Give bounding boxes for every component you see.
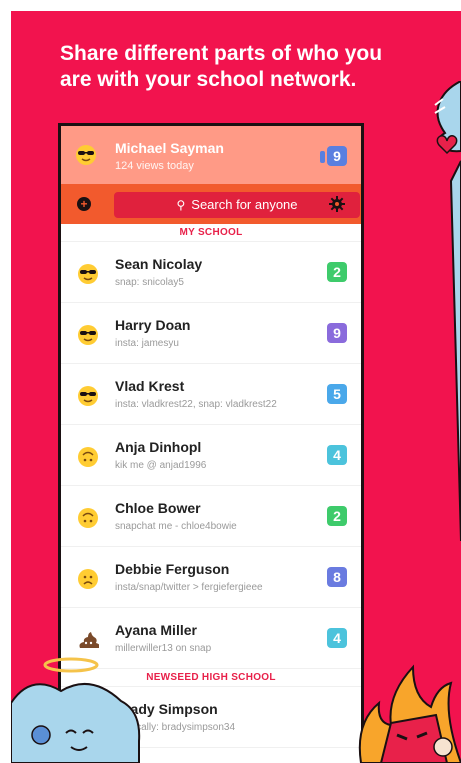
profile-name: Michael Sayman [115, 140, 224, 156]
gear-icon[interactable] [329, 196, 345, 212]
search-placeholder: Search for anyone [191, 197, 298, 212]
score-badge: 2 [327, 262, 347, 282]
speech-bubble-decoration [434, 81, 461, 541]
profile-views: 124 views today [115, 160, 194, 172]
person-handle: snap: snicolay5 [115, 277, 184, 288]
score-badge: 4 [327, 628, 347, 648]
person-name: Harry Doan [115, 317, 191, 333]
sunglasses-emoji-icon [76, 145, 96, 165]
sunglasses-emoji-icon [78, 264, 98, 284]
add-friend-icon[interactable]: + [77, 197, 91, 211]
devil-flame-decoration [358, 664, 461, 763]
upside-down-emoji-icon [78, 508, 98, 528]
person-handle: insta: jamesyu [115, 338, 179, 349]
person-name: Vlad Krest [115, 378, 185, 394]
promo-background: Share different parts of who you are wit… [11, 11, 461, 763]
sunglasses-emoji-icon [78, 325, 98, 345]
section-my-school: MY SCHOOL [61, 224, 361, 242]
person-handle: kik me @ anjad1996 [115, 460, 207, 471]
score-badge: 5 [327, 384, 347, 404]
search-bar: + ⚲ Search for anyone [61, 184, 361, 224]
headline-line-2: are with your school network. [60, 68, 357, 91]
person-name: Anja Dinhopl [115, 439, 202, 455]
list-item[interactable]: Sean Nicolay snap: snicolay5 2 [61, 242, 361, 303]
person-name: Chloe Bower [115, 500, 201, 516]
list-item[interactable]: Vlad Krest insta: vladkrest22, snap: vlad… [61, 364, 361, 425]
list-item[interactable]: Debbie Ferguson insta/snap/twitter > ferg… [61, 547, 361, 608]
person-handle: insta/snap/twitter > fergiefergieee [115, 582, 263, 593]
profile-score-badge: 9 [327, 146, 347, 166]
sad-emoji-icon [78, 569, 98, 589]
angel-cloud-decoration [11, 657, 141, 763]
list-item[interactable]: Harry Doan insta: jamesyu 9 [61, 303, 361, 364]
person-name: Sean Nicolay [115, 256, 203, 272]
score-badge: 8 [327, 567, 347, 587]
person-name: Ayana Miller [115, 622, 197, 638]
list-item[interactable]: Anja Dinhopl kik me @ anjad1996 4 [61, 425, 361, 486]
score-badge: 2 [327, 506, 347, 526]
sunglasses-emoji-icon [78, 386, 98, 406]
upside-down-emoji-icon [78, 447, 98, 467]
badge-tab-decoration [320, 151, 325, 163]
list-item[interactable]: Chloe Bower snapchat me - chloe4bowie 2 [61, 486, 361, 547]
search-input[interactable]: ⚲ Search for anyone [114, 192, 360, 218]
score-badge: 9 [327, 323, 347, 343]
search-icon: ⚲ [176, 198, 186, 212]
profile-header[interactable]: Michael Sayman 124 views today 9 [61, 126, 361, 184]
headline: Share different parts of who you are wit… [60, 41, 420, 93]
person-name: Debbie Ferguson [115, 561, 230, 577]
people-list: Sean Nicolay snap: snicolay5 2 Harry Doan in… [61, 242, 361, 669]
person-handle: snapchat me - chloe4bowie [115, 521, 237, 532]
person-handle: insta: vladkrest22, snap: vladkrest22 [115, 399, 277, 410]
score-badge: 4 [327, 445, 347, 465]
headline-line-1: Share different parts of who you [60, 42, 383, 65]
